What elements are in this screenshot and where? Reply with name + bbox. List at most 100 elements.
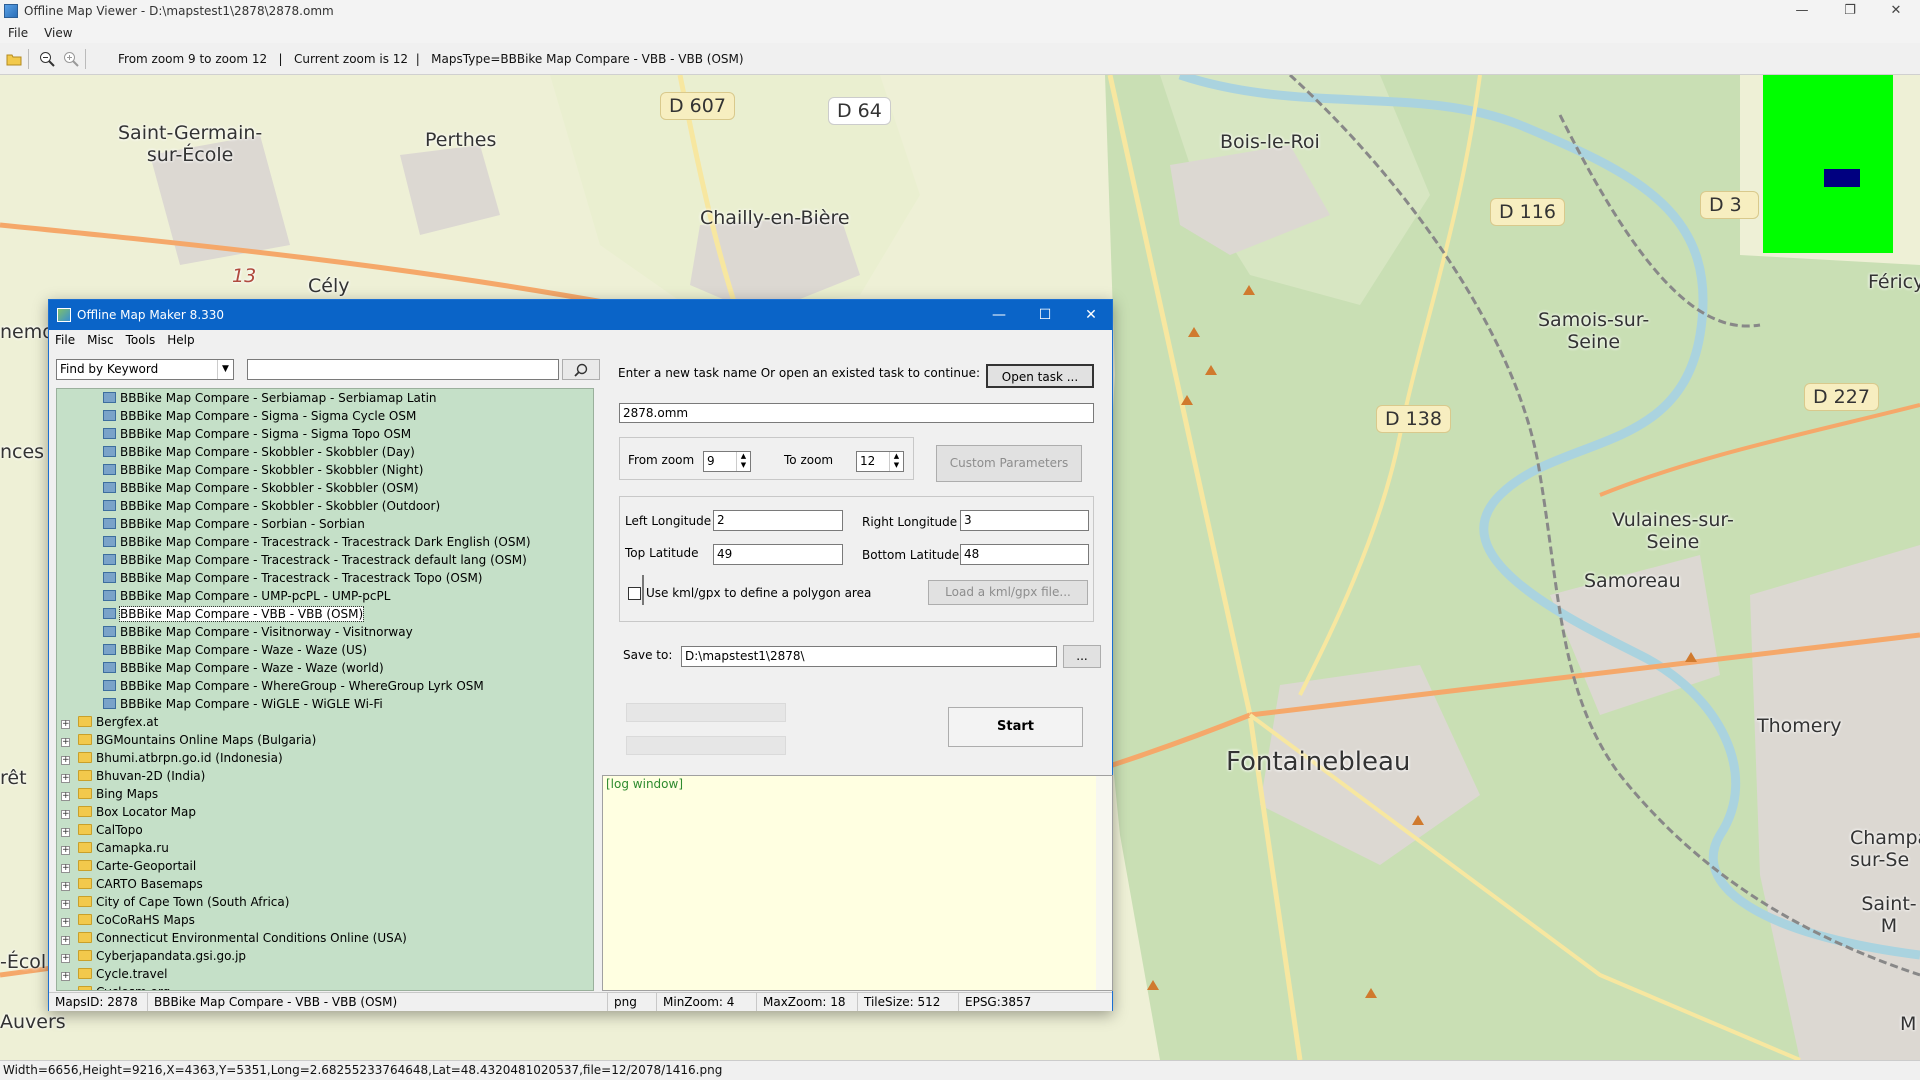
tree-item-label: BBBike Map Compare - Skobbler - Skobbler… [120,463,424,477]
tree-folder-item[interactable]: + BGMountains Online Maps (Bulgaria) [61,731,316,749]
to-zoom-stepper[interactable]: 12 ▲ ▼ [856,451,904,472]
tree-map-item[interactable]: BBBike Map Compare - Tracestrack - Trace… [103,569,483,587]
chevron-down-icon[interactable]: ▼ [217,360,233,379]
spin-arrows-icon[interactable]: ▲ ▼ [736,452,750,471]
minimap[interactable] [1763,75,1893,253]
right-longitude-input[interactable]: 3 [960,510,1089,531]
expand-icon[interactable]: + [61,882,70,891]
tree-folder-item[interactable]: + Bhumi.atbrpn.go.id (Indonesia) [61,749,283,767]
tree-map-item[interactable]: BBBike Map Compare - Tracestrack - Trace… [103,533,531,551]
expand-icon[interactable]: + [61,774,70,783]
tree-folder-item[interactable]: + Box Locator Map [61,803,196,821]
tree-folder-item[interactable]: + Cycle.travel [61,965,167,983]
expand-icon[interactable]: + [61,936,70,945]
tree-map-item[interactable]: BBBike Map Compare - Sigma - Sigma Topo … [103,425,411,443]
log-window[interactable]: [log window] [602,775,1113,991]
map-label-nces: nces [0,441,45,463]
map-source-tree[interactable]: BBBike Map Compare - Serbiamap - Serbiam… [56,388,594,991]
menu-view[interactable]: View [36,26,80,40]
start-button[interactable]: Start [948,707,1083,747]
expand-icon[interactable]: + [61,756,70,765]
tree-item-label: BBBike Map Compare - VBB - VBB (OSM) [118,606,365,622]
custom-parameters-button[interactable]: Custom Parameters [936,445,1082,482]
tree-map-item[interactable]: BBBike Map Compare - Skobbler - Skobbler… [103,443,415,461]
dialog-maximize-icon[interactable]: ☐ [1022,300,1068,330]
tree-map-item[interactable]: BBBike Map Compare - Skobbler - Skobbler… [103,461,423,479]
tree-map-item[interactable]: BBBike Map Compare - WiGLE - WiGLE Wi-Fi [103,695,383,713]
expand-icon[interactable]: + [61,864,70,873]
tree-folder-item[interactable]: + Camapka.ru [61,839,169,857]
expand-icon[interactable]: + [61,900,70,909]
expand-icon[interactable]: + [61,792,70,801]
tree-folder-item[interactable]: + Carte-Geoportail [61,857,196,875]
dialog-menu-misc[interactable]: Misc [81,333,120,347]
tree-map-item[interactable]: BBBike Map Compare - Skobbler - Skobbler… [103,497,440,515]
bottom-latitude-input[interactable]: 48 [960,544,1089,565]
expand-icon[interactable]: + [61,846,70,855]
open-task-button[interactable]: Open task ... [986,364,1094,388]
tree-map-item[interactable]: BBBike Map Compare - Serbiamap - Serbiam… [103,389,437,407]
menu-file[interactable]: File [0,26,36,40]
expand-icon[interactable]: + [61,810,70,819]
top-latitude-input[interactable]: 49 [713,544,843,565]
expand-icon[interactable]: + [61,720,70,729]
tree-map-item[interactable]: BBBike Map Compare - UMP-pcPL - UMP-pcPL [103,587,390,605]
expand-icon[interactable]: + [61,954,70,963]
dialog-menu-help[interactable]: Help [161,333,200,347]
tree-map-item[interactable]: BBBike Map Compare - Sorbian - Sorbian [103,515,365,533]
tree-folder-item[interactable]: + CalTopo [61,821,143,839]
save-to-input[interactable]: D:\mapstest1\2878\ [681,646,1057,667]
tree-item-label: BBBike Map Compare - Skobbler - Skobbler… [120,481,419,495]
browse-button[interactable]: ... [1063,645,1101,668]
tree-map-item[interactable]: BBBike Map Compare - Skobbler - Skobbler… [103,479,419,497]
from-zoom-value: 9 [707,454,715,468]
left-longitude-input[interactable]: 2 [713,510,843,531]
tree-map-item[interactable]: BBBike Map Compare - WhereGroup - WhereG… [103,677,484,695]
tree-folder-item[interactable]: + City of Cape Town (South Africa) [61,893,289,911]
from-zoom-stepper[interactable]: 9 ▲ ▼ [703,451,751,472]
maximize-icon[interactable]: ❐ [1828,0,1872,22]
expand-icon[interactable]: + [62,990,70,991]
expand-icon[interactable]: + [61,918,70,927]
tree-folder-item[interactable]: + CARTO Basemaps [61,875,203,893]
dialog-menu-tools[interactable]: Tools [120,333,162,347]
zoom-in-icon[interactable] [61,49,81,69]
kml-polygon-checkbox[interactable] [628,587,641,600]
tree-folder-item[interactable]: + Bergfex.at [61,713,158,731]
search-button[interactable] [562,359,600,380]
tree-folder-item[interactable]: + Cyclosm.org [61,983,170,991]
tree-folder-item[interactable]: + Bing Maps [61,785,158,803]
bottom-latitude-label: Bottom Latitude [862,548,960,562]
expand-icon[interactable]: + [61,828,70,837]
tree-map-item[interactable]: BBBike Map Compare - Sigma - Sigma Cycle… [103,407,416,425]
tree-map-item[interactable]: BBBike Map Compare - Waze - Waze (world) [103,659,384,677]
tree-map-item[interactable]: BBBike Map Compare - Visitnorway - Visit… [103,623,413,641]
load-kml-button[interactable]: Load a kml/gpx file... [928,580,1088,605]
task-name-input[interactable]: 2878.omm [619,403,1094,423]
log-scrollbar[interactable] [1096,776,1112,990]
expand-icon[interactable]: + [61,738,70,747]
left-longitude-label: Left Longitude [625,514,712,528]
close-icon[interactable]: ✕ [1874,0,1918,22]
expand-icon[interactable]: + [61,972,70,981]
tree-map-item[interactable]: BBBike Map Compare - Waze - Waze (US) [103,641,367,659]
minimize-icon[interactable]: — [1780,0,1824,22]
tree-folder-item[interactable]: + Cyberjapandata.gsi.go.jp [61,947,246,965]
zoom-out-icon[interactable] [37,49,57,69]
dialog-menu-file[interactable]: File [49,333,81,347]
minimap-viewport[interactable] [1824,169,1860,187]
dialog-close-icon[interactable]: ✕ [1068,300,1114,330]
tree-map-item[interactable]: BBBike Map Compare - VBB - VBB (OSM) [103,605,365,623]
search-mode-select[interactable]: Find by Keyword ▼ [56,359,234,380]
dialog-minimize-icon[interactable]: — [976,300,1022,330]
tree-folder-item[interactable]: + Connecticut Environmental Conditions On… [61,929,407,947]
tree-folder-item[interactable]: + Bhuvan-2D (India) [61,767,205,785]
folder-icon [78,896,92,907]
tree-map-item[interactable]: BBBike Map Compare - Tracestrack - Trace… [103,551,527,569]
folder-icon [78,968,92,979]
tree-folder-item[interactable]: + CoCoRaHS Maps [61,911,195,929]
road-shield-d138: D 138 [1376,405,1451,433]
spin-arrows-icon[interactable]: ▲ ▼ [889,452,903,471]
keyword-input[interactable] [247,359,559,380]
open-folder-icon[interactable] [4,49,24,69]
